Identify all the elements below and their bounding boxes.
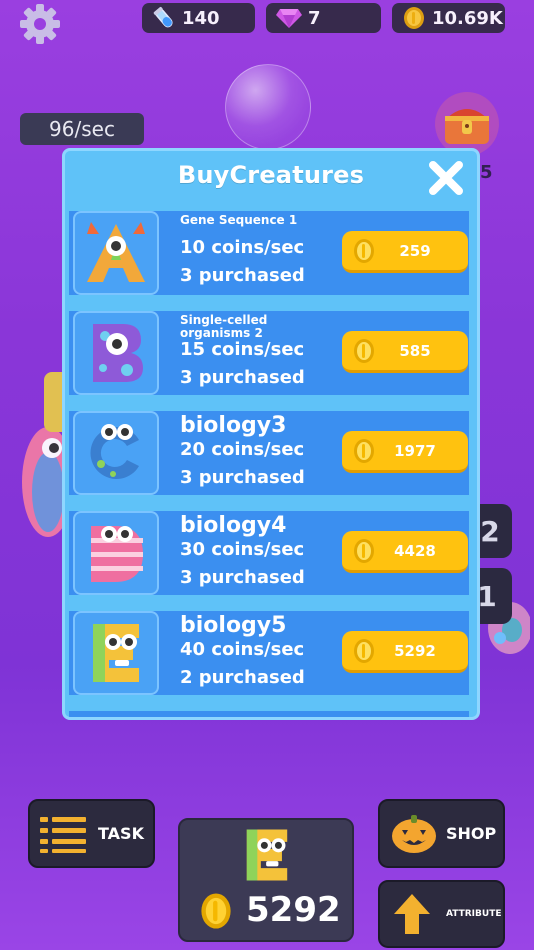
creature-name: biology4 [180, 513, 287, 538]
creature-thumbnail [73, 611, 159, 695]
coin-icon [354, 438, 374, 463]
coin-icon [354, 338, 374, 363]
creature-purchased: 3 purchased [180, 467, 305, 488]
list-item: biology3 20 coins/sec 3 purchased 1977 [69, 411, 469, 495]
creature-name: Single-celled organisms 2 [180, 313, 268, 340]
arrow-up-icon [394, 894, 430, 934]
pumpkin-icon [392, 814, 436, 853]
current-creature-cost: 5292 [246, 890, 341, 930]
list-item: biology4 30 coins/sec 3 purchased 4428 [69, 511, 469, 595]
shop-label: SHOP [446, 824, 497, 843]
creature-list[interactable]: Gene Sequence 1 10 coins/sec 3 purchased… [69, 211, 469, 717]
creature-b-icon [93, 324, 143, 382]
creature-a-icon [87, 222, 145, 282]
creature-thumbnail [73, 311, 159, 395]
buy-creatures-dialog: BuyCreatures Gene Sequence 1 10 coins/se… [62, 148, 480, 720]
gem-counter: 7 [266, 3, 381, 33]
buy-button[interactable]: 1977 [342, 431, 468, 473]
attribute-button[interactable]: ATTRIBUTE [378, 880, 505, 948]
list-item: Single-celled organisms 2 15 coins/sec 3… [69, 311, 469, 395]
buy-price: 5292 [394, 641, 436, 660]
potion-counter: 140 [142, 3, 255, 33]
task-button[interactable]: TASK [28, 799, 155, 868]
creature-thumbnail [73, 411, 159, 495]
list-item: Gene Sequence 1 10 coins/sec 3 purchased… [69, 211, 469, 295]
close-icon[interactable] [427, 159, 465, 197]
creature-d-icon [91, 526, 143, 582]
chest-icon[interactable] [433, 92, 501, 156]
creature-rate: 10 coins/sec [180, 237, 305, 258]
coin-icon [201, 893, 231, 929]
creature-name: Gene Sequence 1 [180, 213, 298, 227]
creature-rate: 30 coins/sec [180, 539, 305, 560]
attribute-label: ATTRIBUTE [446, 909, 502, 919]
buy-price: 259 [399, 241, 431, 260]
current-creature-panel[interactable]: 5292 [178, 818, 354, 942]
creature-e-icon [246, 829, 288, 881]
gear-icon[interactable] [18, 2, 62, 46]
creature-rate: 15 coins/sec [180, 339, 305, 360]
chest-count: 5 [480, 162, 493, 183]
creature-purchased: 3 purchased [180, 367, 305, 388]
creature-purchased: 2 purchased [180, 667, 305, 688]
coin-icon [354, 238, 374, 263]
buy-price: 4428 [394, 541, 436, 560]
coin-counter: 10.69K [392, 3, 505, 33]
dialog-title: BuyCreatures [177, 161, 365, 189]
gem-count: 7 [308, 7, 321, 29]
shop-button[interactable]: SHOP [378, 799, 505, 868]
creature-purchased: 3 purchased [180, 265, 305, 286]
buy-button[interactable]: 4428 [342, 531, 468, 573]
potion-count: 140 [182, 7, 220, 29]
coin-icon [404, 7, 424, 29]
creature-purchased: 3 purchased [180, 567, 305, 588]
buy-price: 1977 [394, 441, 436, 460]
floating-bubble[interactable] [225, 64, 311, 150]
creature-rate: 20 coins/sec [180, 439, 305, 460]
task-label: TASK [98, 824, 144, 843]
coin-icon [354, 638, 374, 663]
task-list-icon [40, 816, 86, 853]
buy-price: 585 [399, 341, 431, 360]
creature-c-icon [90, 424, 139, 479]
list-item-partial [69, 711, 469, 717]
buy-button[interactable]: 585 [342, 331, 468, 373]
buy-button[interactable]: 259 [342, 231, 468, 273]
creature-rate: 40 coins/sec [180, 639, 305, 660]
creature-name: biology3 [180, 413, 287, 438]
gem-icon [276, 9, 302, 28]
coin-count: 10.69K [432, 7, 503, 29]
buy-button[interactable]: 5292 [342, 631, 468, 673]
potion-icon [153, 6, 173, 28]
creature-name: biology5 [180, 613, 287, 638]
creature-thumbnail [73, 211, 159, 295]
list-item: biology5 40 coins/sec 2 purchased 5292 [69, 611, 469, 695]
coin-icon [354, 538, 374, 563]
income-rate-badge: 96/sec [20, 113, 144, 145]
creature-e-icon [93, 624, 139, 682]
creature-thumbnail [73, 511, 159, 595]
